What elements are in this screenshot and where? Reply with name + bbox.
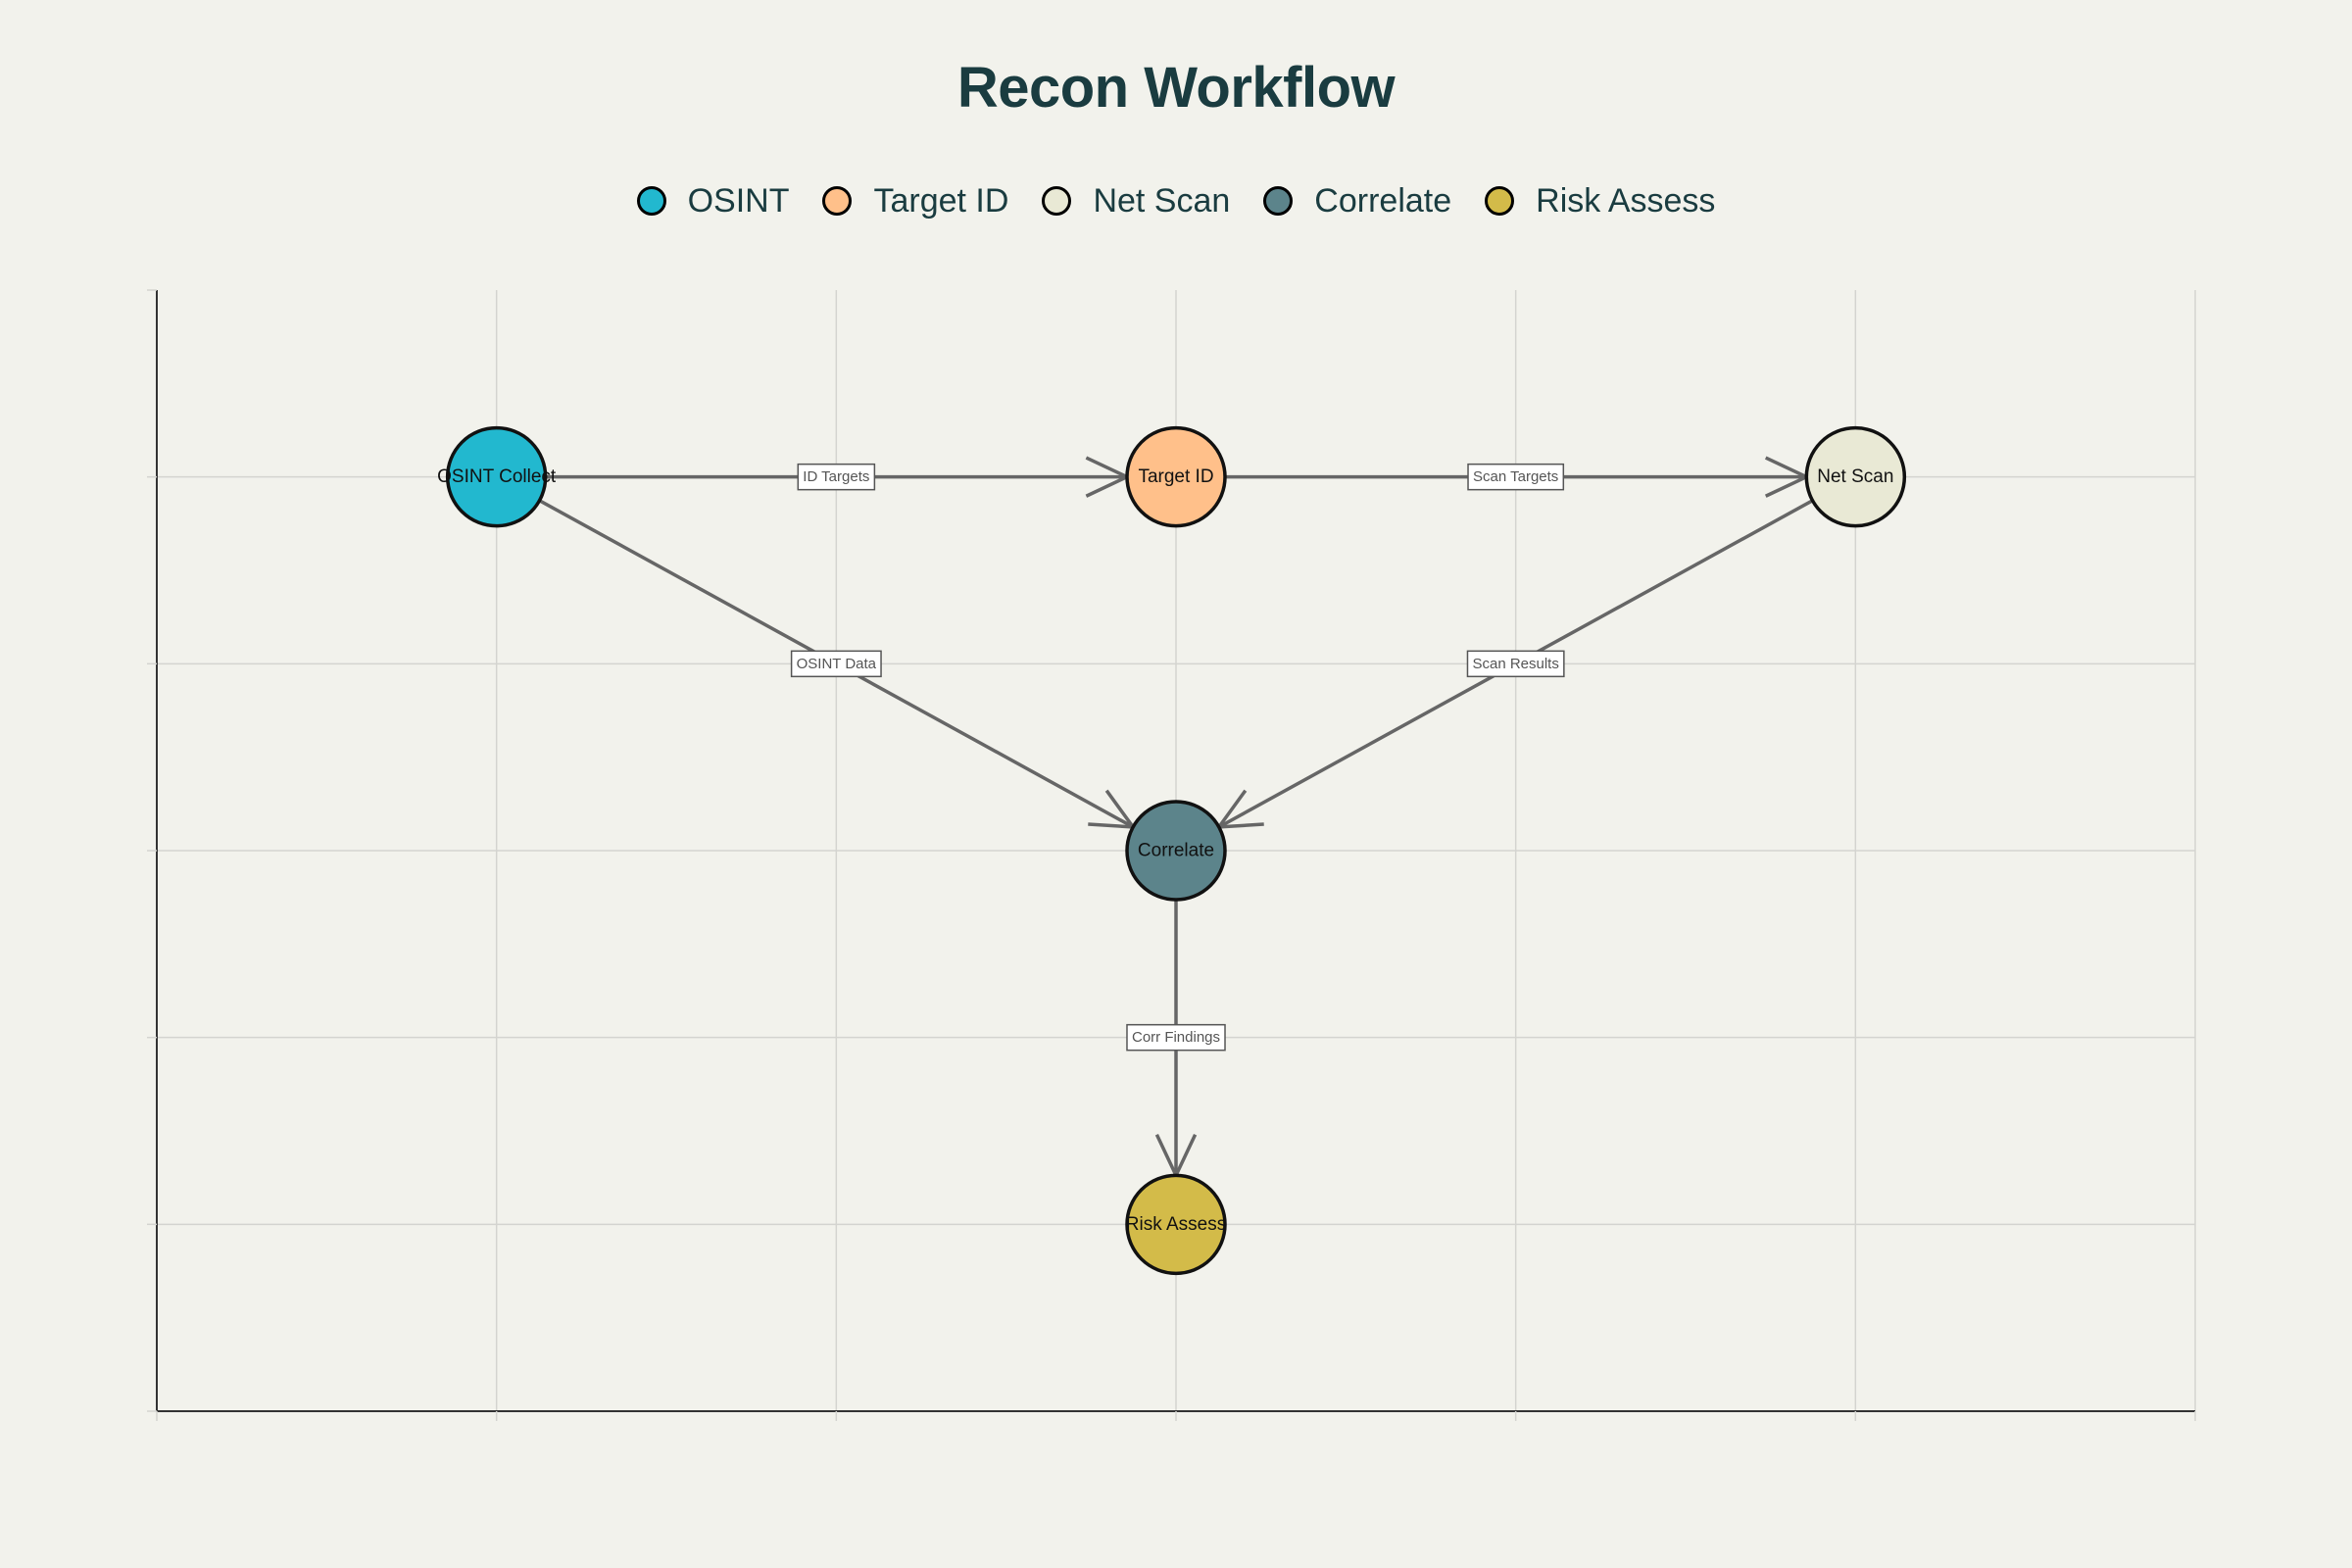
edge-label-correlate-risk: Corr Findings xyxy=(1126,1023,1226,1052)
edge-label-netscan-correlate: Scan Results xyxy=(1466,650,1565,678)
edge-label-osint-target: ID Targets xyxy=(797,463,876,491)
node-correlate: Correlate xyxy=(1125,800,1227,902)
edge-label-text: Scan Targets xyxy=(1473,468,1558,485)
node-label-risk: Risk Assess xyxy=(1126,1214,1226,1235)
edge-label-text: OSINT Data xyxy=(797,656,877,672)
node-label-correlate: Correlate xyxy=(1138,841,1214,861)
node-netscan: Net Scan xyxy=(1804,425,1907,528)
edge-label-text: Corr Findings xyxy=(1132,1029,1220,1046)
edge-label-osint-correlate: OSINT Data xyxy=(790,650,882,678)
edge-label-text: ID Targets xyxy=(803,468,869,485)
node-risk: Risk Assess xyxy=(1125,1173,1227,1276)
workflow-diagram: ID Targets Scan Targets OSINT Data Scan Res… xyxy=(147,289,2196,1421)
node-label-osint: OSINT Collect xyxy=(437,466,557,487)
node-target: Target ID xyxy=(1125,425,1227,528)
node-label-target: Target ID xyxy=(1138,466,1213,487)
node-osint: OSINT Collect xyxy=(437,425,557,528)
node-label-netscan: Net Scan xyxy=(1817,466,1893,487)
edge-label-text: Scan Results xyxy=(1472,656,1558,672)
edge-label-target-netscan: Scan Targets xyxy=(1467,463,1565,491)
